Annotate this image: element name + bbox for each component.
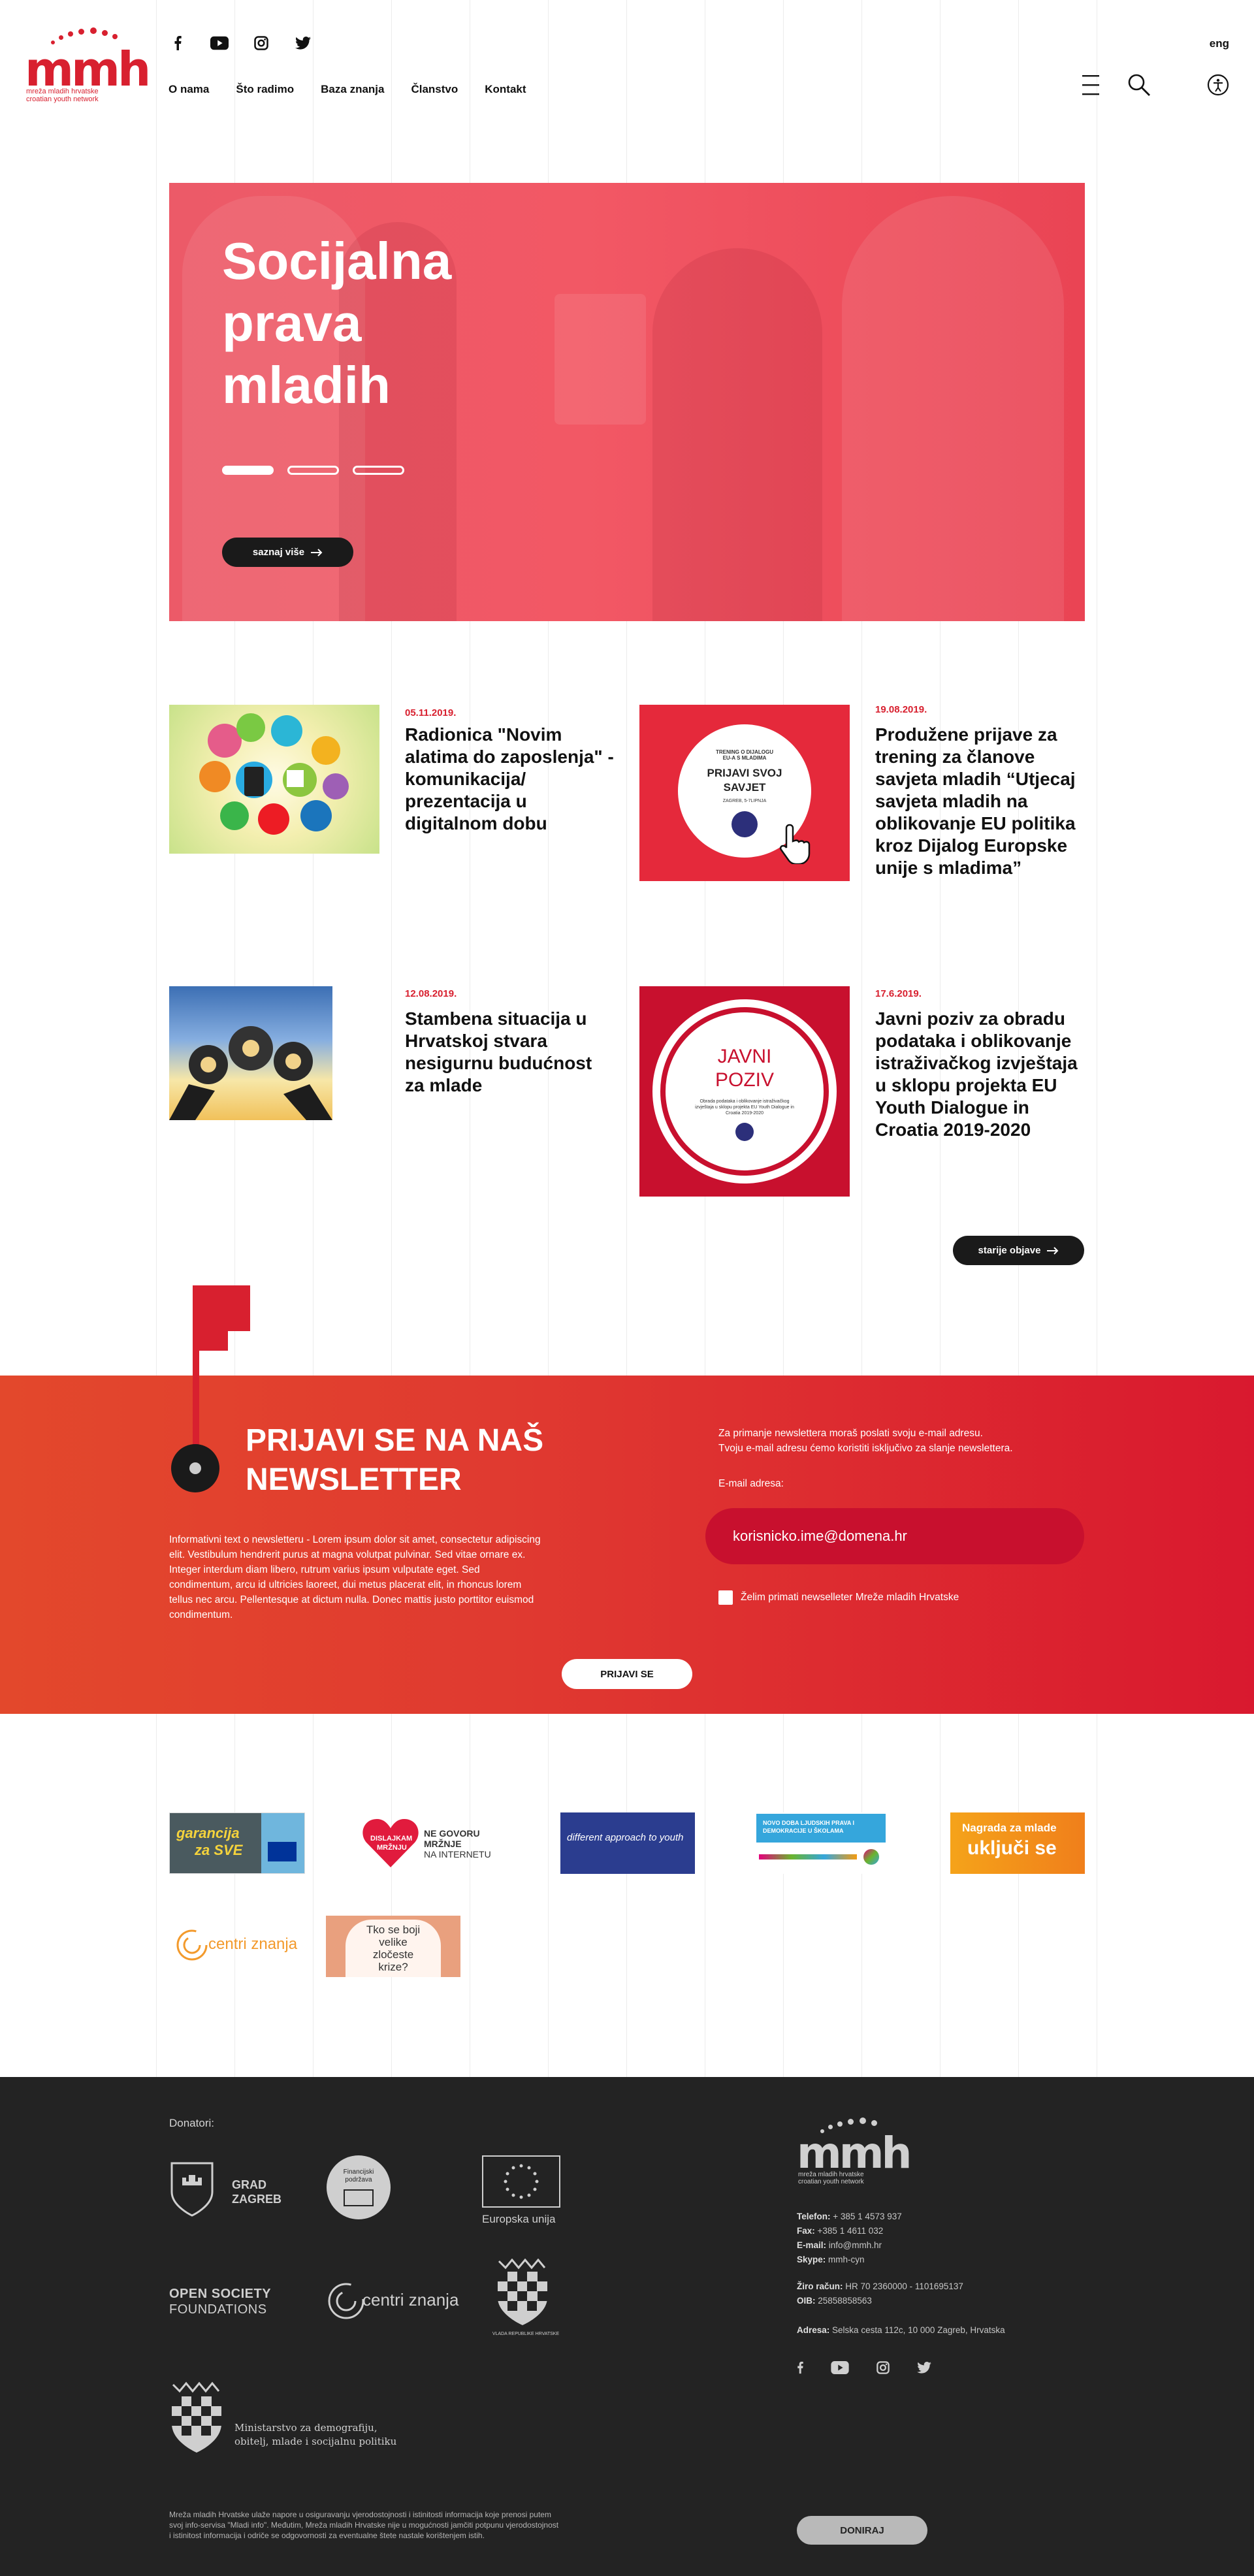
article-title[interactable]: Produžene prijave za trening za članove … xyxy=(875,724,1091,879)
nav-clanstvo[interactable]: Članstvo xyxy=(411,83,458,96)
article-date: 05.11.2019. xyxy=(405,707,457,718)
site-footer: Donatori: GRAD ZAGREB Financijski podržav… xyxy=(0,2077,1254,2576)
hero-slider[interactable]: Socijalna prava mladih saznaj više xyxy=(169,183,1085,621)
ministry-coat-of-arms-icon xyxy=(172,2381,221,2453)
site-header: mmh mreža mladih hrvatske croatian youth… xyxy=(0,0,1254,131)
donor-open-society[interactable]: OPEN SOCIETY FOUNDATIONS xyxy=(169,2286,300,2325)
newsletter-title: PRIJAVI SE NA NAŠ NEWSLETTER xyxy=(246,1423,544,1497)
hero-slide-indicators xyxy=(222,466,404,475)
nav-kontakt[interactable]: Kontakt xyxy=(485,83,526,96)
footer-bank: Žiro račun: HR 70 2360000 - 1101695137 O… xyxy=(797,2281,963,2306)
slide-indicator-1[interactable] xyxy=(222,466,274,475)
donor-ministarstvo[interactable]: Ministarstvo za demografiju, obitelj, mla… xyxy=(169,2381,417,2459)
nav-baza-znanja[interactable]: Baza znanja xyxy=(321,83,384,96)
logo-wordmark: mmh xyxy=(25,42,151,97)
older-posts-button[interactable]: starije objave xyxy=(953,1236,1084,1265)
partner-tko-se-boji-krize[interactable]: Tko se boji velike zločeste krize? xyxy=(326,1916,460,1977)
partner-centri-znanja[interactable]: centri znanja xyxy=(169,1916,305,1977)
slide-indicator-3[interactable] xyxy=(353,466,404,475)
main-nav: O nama Što radimo Baza znanja Članstvo K… xyxy=(169,83,526,96)
footer-email-link[interactable]: info@mmh.hr xyxy=(829,2240,882,2250)
footer-disclaimer: Mreža mladih Hrvatske ulaže napore u osi… xyxy=(169,2510,559,2540)
footer-logo[interactable]: mmh mreža mladih hrvatske croatian youth … xyxy=(797,2116,912,2188)
nav-o-nama[interactable]: O nama xyxy=(169,83,209,96)
consent-label: Želim primati newselleter Mreže mladih H… xyxy=(741,1592,959,1603)
email-label: E-mail adresa: xyxy=(718,1478,784,1489)
article-image-javni-poziv: JAVNI POZIV Obrada podataka i oblikovanj… xyxy=(639,986,850,1197)
accessibility-icon[interactable] xyxy=(1205,72,1231,98)
partner-nagrada-za-mlade[interactable]: Nagrada za mlade uključi se xyxy=(950,1812,1085,1874)
hero-title: Socijalna prava mladih xyxy=(222,232,452,414)
newsletter-description: Informativni text o newsletteru - Lorem … xyxy=(169,1534,541,1620)
article-title[interactable]: Stambena situacija u Hrvatskoj stvara ne… xyxy=(405,1008,594,1097)
header-social-links xyxy=(169,34,312,52)
zagreb-crest-icon xyxy=(170,2162,214,2217)
donor-vlada-rh[interactable]: VLADA REPUBLIKE HRVATSKE xyxy=(483,2259,568,2343)
partner-dislajkam-mrznju[interactable]: DISLAJKAM MRŽNJU NE GOVORU MRŽNJE NA INTER… xyxy=(361,1812,498,1874)
hero-read-more-button[interactable]: saznaj više xyxy=(222,538,353,567)
newsletter-submit-button[interactable]: PRIJAVI SE xyxy=(562,1659,692,1689)
donors-label: Donatori: xyxy=(169,2117,214,2129)
donor-financijska-podrska[interactable]: Financijski podržava xyxy=(327,2155,392,2221)
slide-indicator-2[interactable] xyxy=(287,466,339,475)
hand-cursor-icon xyxy=(779,824,811,864)
donate-button[interactable]: DONIRAJ xyxy=(797,2516,927,2545)
facebook-icon[interactable] xyxy=(797,2361,803,2377)
article-title[interactable]: Javni poziv za obradu podataka i oblikov… xyxy=(875,1008,1084,1141)
eu-stars-icon xyxy=(504,2164,539,2199)
article-image-prijavi-savjet: TRENING O DIJALOGU EU-A S MLADIMA PRIJAV… xyxy=(639,705,850,881)
instagram-icon[interactable] xyxy=(876,2361,890,2377)
instagram-icon[interactable] xyxy=(252,34,270,52)
article-title[interactable]: Radionica "Novim alatima do zaposlenja" … xyxy=(405,724,620,835)
arrow-right-icon xyxy=(1047,1246,1059,1255)
newsletter-consent[interactable]: Želim primati newselleter Mreže mladih H… xyxy=(718,1590,959,1605)
language-switch[interactable]: eng xyxy=(1210,37,1229,50)
donor-europska-unija[interactable]: Europska unija xyxy=(482,2155,567,2227)
article-date: 12.08.2019. xyxy=(405,988,457,999)
email-field[interactable] xyxy=(705,1508,1084,1564)
header-tools xyxy=(1078,72,1234,103)
footer-contact: Telefon: + 385 1 4573 937 Fax: +385 1 46… xyxy=(797,2212,902,2264)
croatia-coat-of-arms-icon xyxy=(498,2259,547,2325)
article-image-digital-icons xyxy=(169,705,379,854)
article-date: 17.6.2019. xyxy=(875,988,922,999)
hero-photo-board xyxy=(555,294,646,425)
footer-address: Adresa: Selska cesta 112c, 10 000 Zagreb… xyxy=(797,2325,1005,2335)
logo-subtitle: mreža mladih hrvatske croatian youth net… xyxy=(26,88,99,103)
hero-photo-person-3 xyxy=(652,248,822,621)
site-logo[interactable]: mmh mreža mladih hrvatske croatian youth… xyxy=(25,22,151,103)
article-image-gears xyxy=(169,986,332,1120)
twitter-icon[interactable] xyxy=(294,34,312,52)
youtube-icon[interactable] xyxy=(210,34,229,52)
footer-social-links xyxy=(797,2361,931,2377)
youtube-icon[interactable] xyxy=(831,2361,849,2377)
mailbox-flag-illustration xyxy=(169,1285,254,1501)
arrow-right-icon xyxy=(311,548,323,556)
nav-sto-radimo[interactable]: Što radimo xyxy=(236,83,294,96)
search-icon[interactable] xyxy=(1126,72,1152,98)
centri-znanja-icon xyxy=(328,2283,364,2319)
article-date: 19.08.2019. xyxy=(875,704,927,715)
menu-icon[interactable] xyxy=(1078,72,1104,98)
newsletter-note: Za primanje newslettera moraš poslati sv… xyxy=(718,1428,1013,1454)
twitter-icon[interactable] xyxy=(917,2362,931,2377)
facebook-icon[interactable] xyxy=(169,34,187,52)
partner-different-approach[interactable]: different approach to youth xyxy=(560,1812,695,1874)
donor-grad-zagreb[interactable]: GRAD ZAGREB xyxy=(169,2159,293,2218)
partner-novo-doba[interactable]: NOVO DOBA LJUDSKIH PRAVA I DEMOKRACIJE U… xyxy=(752,1812,890,1874)
donor-centri-znanja[interactable]: centri znanja xyxy=(327,2278,470,2330)
consent-checkbox[interactable] xyxy=(718,1590,733,1605)
partner-garancija-za-sve[interactable]: garancija za SVE xyxy=(169,1812,305,1874)
hero-photo-person-4 xyxy=(842,196,1064,621)
